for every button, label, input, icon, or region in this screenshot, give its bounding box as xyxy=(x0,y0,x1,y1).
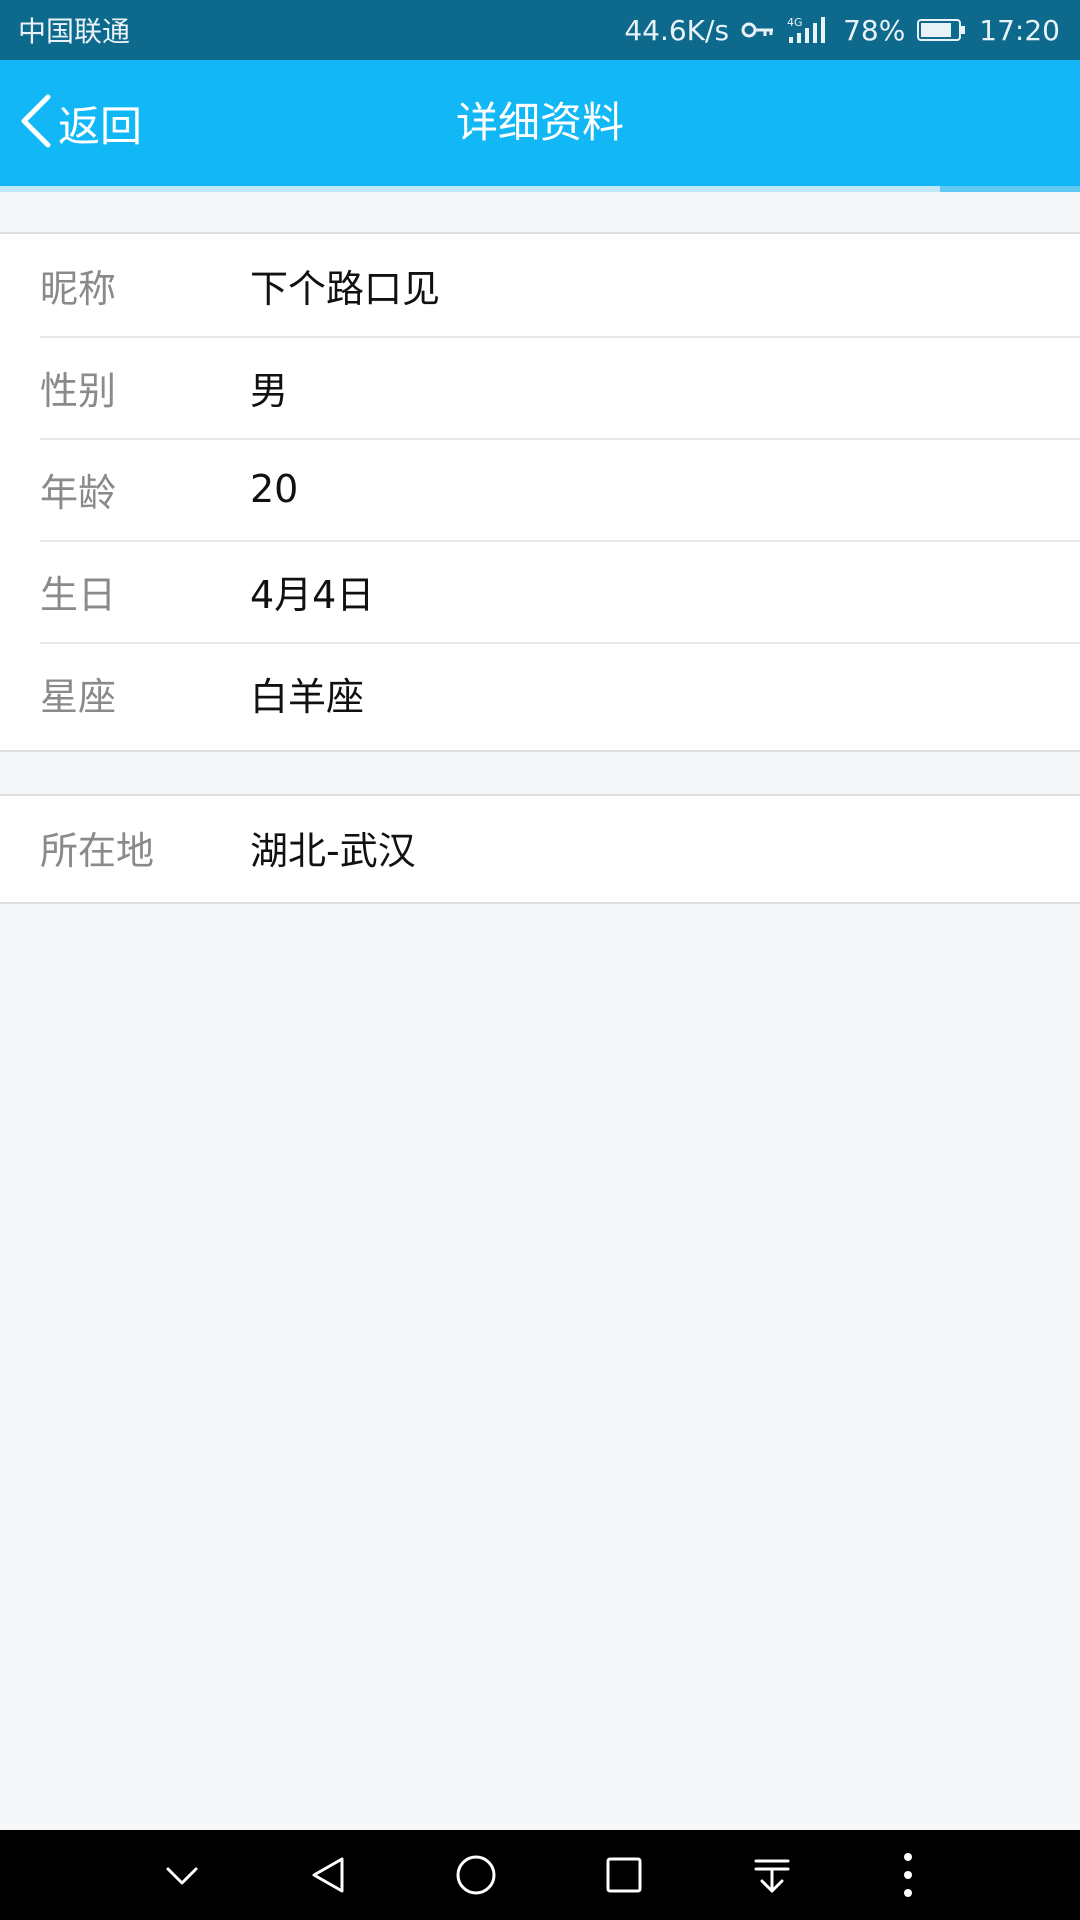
location-value: 湖北-武汉 xyxy=(250,828,416,873)
birthday-value: 4月4日 xyxy=(250,572,375,617)
gender-label: 性别 xyxy=(40,368,117,413)
profile-row-zodiac: 星座 白羊座 xyxy=(0,642,1080,744)
status-indicators: 44.6K/s 4G 78% 17:20 xyxy=(624,14,1060,47)
profile-row-birthday: 生日 4月4日 xyxy=(0,540,1080,642)
age-label: 年龄 xyxy=(40,470,117,515)
notification-pull-icon[interactable] xyxy=(750,1853,794,1897)
app-header: 详细资料 返回 xyxy=(0,60,1080,186)
status-bar: 中国联通 44.6K/s 4G 78% 17:20 xyxy=(0,0,1080,60)
system-navigation-bar xyxy=(0,1830,1080,1920)
back-label: 返回 xyxy=(58,101,143,151)
chevron-left-icon xyxy=(18,93,54,153)
chevron-down-icon[interactable] xyxy=(162,1855,202,1895)
profile-row-age: 年龄 20 xyxy=(0,438,1080,540)
location-group: 所在地 湖北-武汉 xyxy=(0,794,1080,904)
profile-row-gender: 性别 男 xyxy=(0,336,1080,438)
vpn-key-icon xyxy=(741,20,775,40)
more-vertical-icon[interactable] xyxy=(898,1851,918,1899)
birthday-label: 生日 xyxy=(40,572,117,617)
carrier-name: 中国联通 xyxy=(18,15,131,48)
back-button[interactable]: 返回 xyxy=(18,60,142,186)
loading-progress-fill xyxy=(0,186,940,192)
profile-row-nickname: 昵称 下个路口见 xyxy=(0,234,1080,336)
network-speed: 44.6K/s xyxy=(624,13,730,47)
page-title: 详细资料 xyxy=(455,98,624,147)
home-circle-icon[interactable] xyxy=(454,1853,498,1897)
nickname-label: 昵称 xyxy=(40,266,117,311)
zodiac-value: 白羊座 xyxy=(250,674,365,719)
location-label: 所在地 xyxy=(40,828,155,873)
zodiac-label: 星座 xyxy=(40,674,117,719)
gender-value: 男 xyxy=(250,368,289,413)
recents-square-icon[interactable] xyxy=(602,1853,646,1897)
battery-icon xyxy=(917,18,967,42)
loading-progress-bar xyxy=(0,186,1080,192)
age-value: 20 xyxy=(250,467,299,511)
svg-text:4G: 4G xyxy=(787,16,803,29)
battery-percent: 78% xyxy=(843,13,906,47)
clock: 17:20 xyxy=(979,13,1060,47)
profile-info-group: 昵称 下个路口见 性别 男 年龄 20 生日 4月4日 星座 白羊座 xyxy=(0,232,1080,752)
signal-4g-icon: 4G xyxy=(787,15,831,45)
back-triangle-icon[interactable] xyxy=(306,1853,350,1897)
profile-row-location: 所在地 湖北-武汉 xyxy=(0,796,1080,898)
nickname-value: 下个路口见 xyxy=(250,266,441,311)
